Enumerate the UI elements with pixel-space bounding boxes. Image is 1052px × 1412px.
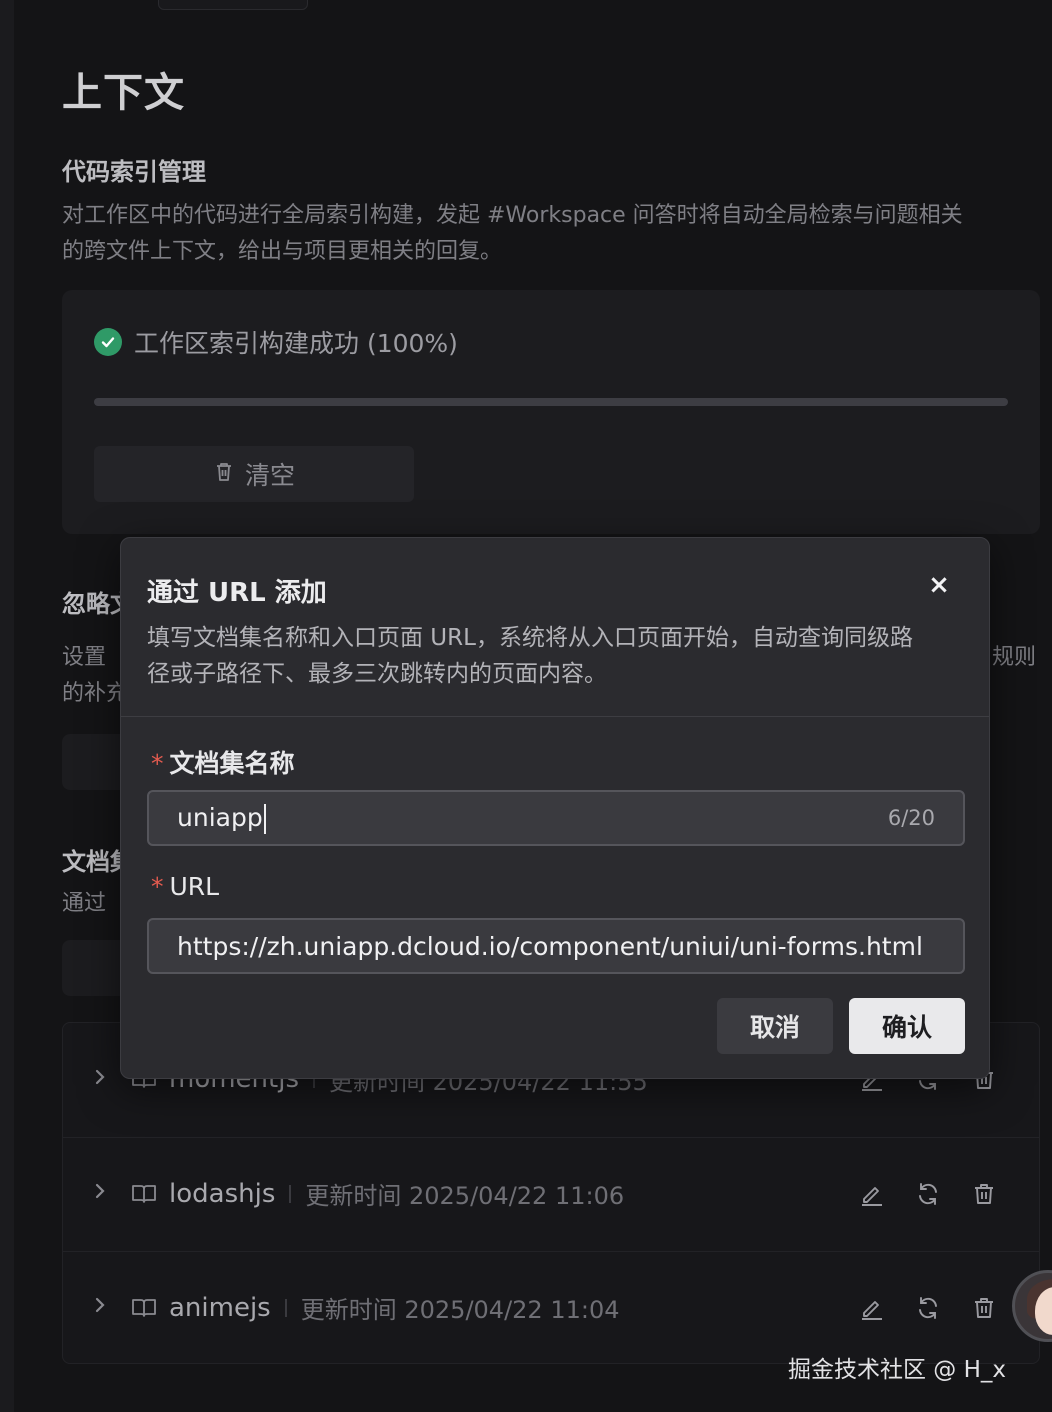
refresh-icon[interactable] bbox=[915, 1295, 941, 1321]
trash-icon[interactable] bbox=[971, 1295, 997, 1321]
check-circle-icon bbox=[94, 328, 122, 356]
edit-icon[interactable] bbox=[859, 1181, 885, 1207]
doc-set-row[interactable]: animejs 更新时间 2025/04/22 11:04 bbox=[63, 1251, 1039, 1363]
watermark: 掘金技术社区 @ H_x bbox=[788, 1357, 1007, 1383]
ignore-files-description-line-1: 设置 bbox=[62, 645, 107, 670]
code-index-description: 对工作区中的代码进行全局索引构建，发起 #Workspace 问答时将自动全局检… bbox=[62, 198, 1042, 270]
url-input[interactable]: https://zh.uniapp.dcloud.io/component/un… bbox=[147, 918, 965, 974]
url-label-text: URL bbox=[169, 872, 220, 901]
edit-icon[interactable] bbox=[859, 1295, 885, 1321]
doc-sets-description: 通过 bbox=[62, 891, 107, 916]
row-actions bbox=[859, 1295, 997, 1321]
left-rail bbox=[0, 0, 14, 1412]
required-mark: * bbox=[151, 749, 164, 778]
index-status-card: 工作区索引构建成功 (100%) 清空 bbox=[62, 290, 1040, 534]
doc-set-update-time: 更新时间 2025/04/22 11:04 bbox=[300, 1296, 620, 1324]
cancel-button[interactable]: 取消 bbox=[717, 998, 833, 1054]
index-status-row: 工作区索引构建成功 (100%) bbox=[94, 324, 458, 360]
code-index-description-line-2: 的跨文件上下文，给出与项目更相关的回复。 bbox=[62, 239, 503, 264]
book-icon bbox=[131, 1297, 157, 1319]
confirm-button[interactable]: 确认 bbox=[849, 998, 965, 1054]
add-by-url-dialog: 通过 URL 添加 × 填写文档集名称和入口页面 URL，系统将从入口页面开始，… bbox=[120, 537, 990, 1079]
ignore-files-description: 设置 的补充 bbox=[62, 640, 128, 712]
char-counter: 6/20 bbox=[887, 806, 935, 830]
refresh-icon[interactable] bbox=[915, 1181, 941, 1207]
trash-icon bbox=[213, 460, 235, 489]
url-value: https://zh.uniapp.dcloud.io/component/un… bbox=[177, 931, 923, 961]
doc-set-name-label-text: 文档集名称 bbox=[169, 749, 295, 778]
required-mark: * bbox=[151, 872, 164, 901]
book-icon bbox=[131, 1183, 157, 1205]
dialog-title: 通过 URL 添加 bbox=[147, 578, 327, 608]
code-index-heading: 代码索引管理 bbox=[62, 158, 206, 186]
divider bbox=[284, 1298, 287, 1317]
divider bbox=[289, 1184, 292, 1203]
dialog-description: 填写文档集名称和入口页面 URL，系统将从入口页面开始，自动查询同级路 径或子路… bbox=[147, 620, 967, 692]
index-progress-bar bbox=[94, 398, 1008, 406]
close-icon[interactable]: × bbox=[927, 572, 951, 598]
clear-index-button[interactable]: 清空 bbox=[94, 446, 414, 502]
ignore-files-description-fragment: 规则 bbox=[992, 645, 1037, 670]
index-progress-fill bbox=[94, 398, 1008, 406]
url-label: * URL bbox=[151, 872, 219, 901]
doc-set-name: animejs bbox=[169, 1292, 271, 1323]
trash-icon[interactable] bbox=[971, 1181, 997, 1207]
top-tab-stub[interactable] bbox=[158, 0, 308, 10]
doc-set-name-input[interactable]: uniapp 6/20 bbox=[147, 790, 965, 846]
index-status-text: 工作区索引构建成功 (100%) bbox=[134, 329, 458, 358]
dialog-description-line-2: 径或子路径下、最多三次跳转内的页面内容。 bbox=[147, 661, 607, 687]
row-actions bbox=[859, 1181, 997, 1207]
text-caret bbox=[263, 803, 266, 834]
doc-set-name: lodashjs bbox=[169, 1178, 276, 1209]
code-index-description-line-1: 对工作区中的代码进行全局索引构建，发起 #Workspace 问答时将自动全局检… bbox=[62, 203, 963, 228]
dialog-description-line-1: 填写文档集名称和入口页面 URL，系统将从入口页面开始，自动查询同级路 bbox=[147, 625, 913, 651]
doc-set-name-text: uniapp bbox=[177, 802, 263, 832]
doc-set-row[interactable]: lodashjs 更新时间 2025/04/22 11:06 bbox=[63, 1137, 1039, 1249]
chevron-right-icon[interactable] bbox=[93, 1295, 117, 1320]
ignore-files-description-line-2: 的补充 bbox=[62, 681, 129, 706]
doc-set-name-label: * 文档集名称 bbox=[151, 744, 295, 780]
clear-index-label: 清空 bbox=[244, 461, 295, 490]
chevron-right-icon[interactable] bbox=[93, 1181, 117, 1206]
doc-set-name-value: uniapp bbox=[177, 803, 888, 834]
doc-set-update-time: 更新时间 2025/04/22 11:06 bbox=[305, 1182, 625, 1210]
chevron-right-icon[interactable] bbox=[93, 1067, 117, 1092]
dialog-divider bbox=[121, 716, 989, 717]
page-title: 上下文 bbox=[62, 70, 185, 116]
